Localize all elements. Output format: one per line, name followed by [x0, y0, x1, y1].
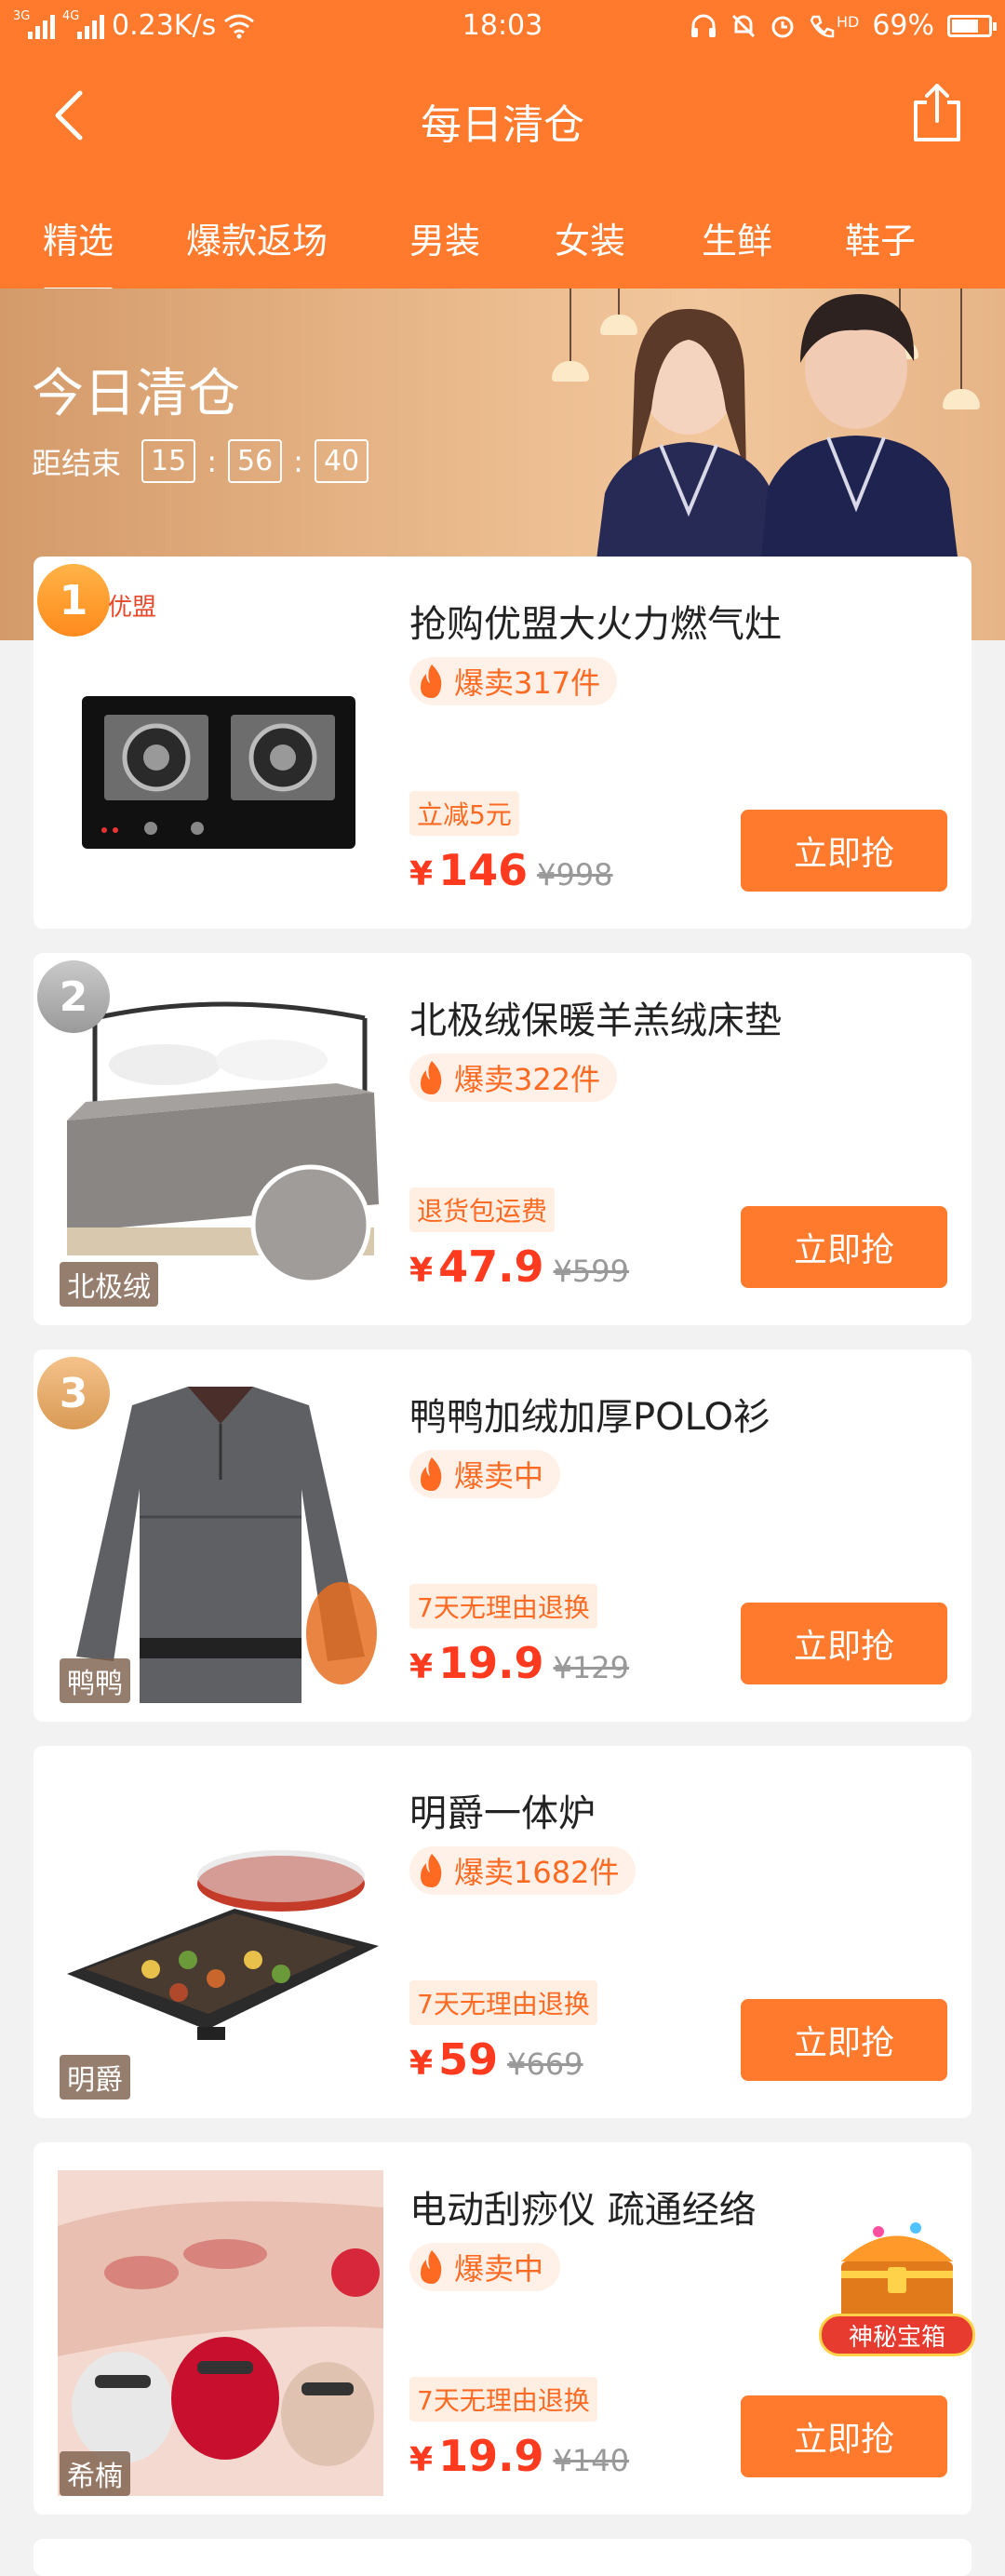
original-price: ¥140 — [553, 2443, 629, 2478]
product-name: 电动刮痧仪 疏通经络 — [409, 2189, 757, 2232]
product-card[interactable]: 1 优盟 抢购优盟大火力燃气灶 爆卖317件 立减5元 ¥146 ¥998 立即抢 — [34, 557, 972, 929]
banner-title: 今日清仓 — [32, 364, 240, 424]
product-card[interactable] — [34, 2539, 972, 2576]
brand-label: 北极绒 — [60, 1262, 158, 1307]
hd-call-icon: HD — [809, 13, 859, 39]
product-name: 北极绒保暖羊羔绒床垫 — [409, 1000, 782, 1042]
original-price: ¥669 — [507, 2046, 583, 2082]
brand-label: 明爵 — [60, 2055, 130, 2100]
page-title: 每日清仓 — [421, 101, 584, 149]
alarm-icon — [771, 16, 794, 37]
countdown-timer: 距结束 15 : 56 : 40 — [32, 439, 369, 483]
buy-now-button[interactable]: 立即抢 — [741, 810, 947, 892]
price: ¥19.9 ¥129 — [409, 1638, 629, 1688]
tab-fresh[interactable]: 生鲜 — [702, 212, 772, 263]
countdown-hours: 15 — [141, 439, 196, 483]
grill-hotpot-image — [58, 1774, 383, 2100]
mute-bell-icon — [731, 14, 756, 37]
product-card[interactable]: 2 北极绒 北极绒保暖羊羔绒床垫 爆卖322件 退货包运费 ¥47.9 ¥599 … — [34, 953, 972, 1325]
tab-menswear[interactable]: 男装 — [409, 212, 480, 263]
battery-icon — [947, 14, 997, 37]
price: ¥19.9 ¥140 — [409, 2431, 629, 2481]
promo-tag: 7天无理由退换 — [409, 2377, 597, 2422]
buy-now-button[interactable]: 立即抢 — [741, 1999, 947, 2081]
rank-badge: 2 — [37, 960, 110, 1033]
countdown-seconds: 40 — [314, 439, 369, 483]
mattress-image — [58, 981, 383, 1307]
buy-now-button[interactable]: 立即抢 — [741, 1206, 947, 1288]
flame-icon — [421, 1061, 442, 1094]
price: ¥59 ¥669 — [409, 2034, 583, 2085]
brand-logo: 优盟 — [108, 594, 157, 622]
countdown-minutes: 56 — [227, 439, 283, 483]
flame-icon — [421, 2250, 442, 2284]
gas-stove-image — [82, 696, 355, 849]
countdown-label: 距结束 — [32, 445, 122, 481]
polo-shirt-image — [58, 1377, 383, 1703]
brand-label: 希楠 — [60, 2451, 130, 2496]
price: ¥47.9 ¥599 — [409, 1241, 629, 1292]
product-name: 明爵一体炉 — [409, 1792, 596, 1835]
promo-tag: 退货包运费 — [409, 1187, 556, 1232]
hot-sales-badge: 爆卖322件 — [409, 1053, 618, 1102]
flame-icon — [421, 1457, 442, 1491]
countdown-separator: : — [207, 443, 217, 479]
treasure-chest-icon — [841, 2222, 953, 2319]
product-name: 抢购优盟大火力燃气灶 — [409, 603, 782, 646]
promo-tag: 7天无理由退换 — [409, 1980, 597, 2025]
original-price: ¥599 — [553, 1254, 629, 1289]
brand-label: 鸭鸭 — [60, 1658, 130, 1703]
flame-icon — [421, 1854, 442, 1887]
rank-badge: 3 — [37, 1357, 110, 1429]
share-icon[interactable] — [908, 82, 966, 143]
price: ¥146 ¥998 — [409, 845, 613, 895]
hot-sales-badge: 爆卖中 — [409, 2243, 561, 2291]
original-price: ¥998 — [537, 857, 613, 892]
original-price: ¥129 — [553, 1650, 629, 1685]
treasure-box-label: 神秘宝箱 — [819, 2314, 975, 2356]
promo-tag: 7天无理由退换 — [409, 1584, 597, 1629]
mystery-treasure-box[interactable]: 神秘宝箱 — [813, 2215, 981, 2364]
product-name: 鸭鸭加绒加厚POLO衫 — [409, 1396, 770, 1439]
headphones-icon — [690, 14, 716, 37]
buy-now-button[interactable]: 立即抢 — [741, 2395, 947, 2477]
tab-womenswear[interactable]: 女装 — [555, 212, 625, 263]
tab-featured[interactable]: 精选 — [43, 212, 114, 293]
flame-icon — [421, 664, 442, 698]
product-card[interactable]: 明爵 明爵一体炉 爆卖1682件 7天无理由退换 ¥59 ¥669 立即抢 — [34, 1746, 972, 2118]
rank-badge: 1 — [37, 564, 110, 637]
promo-tag: 立减5元 — [409, 791, 519, 836]
category-tabs: 精选 爆款返场 男装 女装 生鲜 鞋子 — [0, 184, 1005, 293]
battery-percent: 69% — [872, 9, 934, 42]
hot-sales-badge: 爆卖中 — [409, 1450, 561, 1498]
buy-now-button[interactable]: 立即抢 — [741, 1603, 947, 1684]
tab-hot-return[interactable]: 爆款返场 — [186, 212, 328, 263]
gua-sha-device-image — [58, 2170, 383, 2496]
status-bar: 3G 4G 0.23K/s 18:03 HD 69% — [0, 0, 1005, 54]
app-header: 每日清仓 — [0, 54, 1005, 184]
tab-shoes[interactable]: 鞋子 — [845, 212, 916, 263]
hot-sales-badge: 爆卖1682件 — [409, 1846, 636, 1895]
countdown-separator: : — [293, 443, 303, 479]
product-card[interactable]: 3 鸭鸭 鸭鸭加绒加厚POLO衫 爆卖中 7天无理由退换 ¥19.9 ¥129 立… — [34, 1349, 972, 1722]
hot-sales-badge: 爆卖317件 — [409, 657, 618, 705]
